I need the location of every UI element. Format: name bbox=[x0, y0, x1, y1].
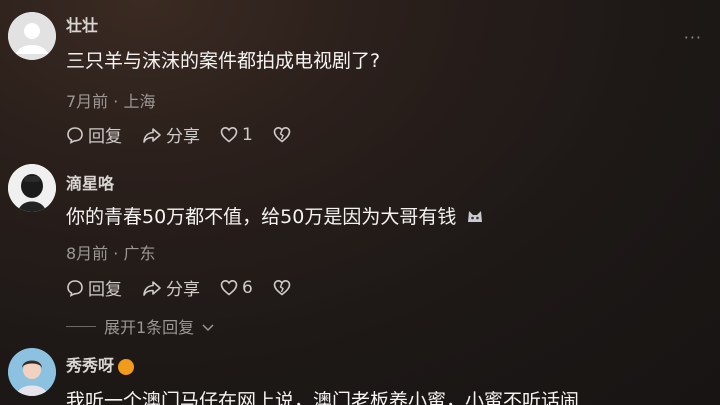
comment-actions: 回复 分享 6 bbox=[66, 275, 291, 300]
reply-label: 回复 bbox=[88, 280, 122, 300]
share-label: 分享 bbox=[166, 280, 200, 300]
like-button[interactable]: 1 bbox=[220, 125, 253, 145]
emoji-icon bbox=[466, 207, 484, 229]
heart-icon bbox=[220, 126, 238, 143]
expand-replies-button[interactable]: 展开1条回复 bbox=[66, 314, 214, 338]
username[interactable]: 壮壮 bbox=[66, 12, 98, 36]
comment-text: 你的青春50万都不值，给50万是因为大哥有钱 bbox=[66, 202, 484, 229]
comment-meta: 8月前 · 广东 bbox=[66, 244, 156, 263]
more-options-icon[interactable]: ··· bbox=[684, 28, 702, 47]
divider bbox=[66, 325, 96, 327]
like-count: 6 bbox=[242, 277, 253, 298]
like-button[interactable]: 6 bbox=[220, 278, 253, 298]
avatar[interactable] bbox=[8, 12, 56, 60]
dislike-button[interactable] bbox=[273, 279, 291, 296]
broken-heart-icon bbox=[273, 279, 291, 296]
reply-icon bbox=[66, 126, 84, 144]
comment-text: 我听一个澳门马仔在网上说，澳门老板养小蜜，小蜜不听话闹 bbox=[66, 390, 580, 405]
comment-meta: 7月前 · 上海 bbox=[66, 92, 156, 111]
reply-button[interactable]: 回复 bbox=[66, 275, 122, 300]
comment-actions: 回复 分享 1 bbox=[66, 122, 291, 147]
username[interactable]: 滴星咯 bbox=[66, 170, 114, 194]
badge-icon bbox=[118, 358, 135, 375]
share-icon bbox=[142, 126, 162, 144]
share-icon bbox=[142, 279, 162, 297]
username[interactable]: 秀秀呀 bbox=[66, 352, 135, 376]
broken-heart-icon bbox=[273, 126, 291, 143]
chevron-down-icon bbox=[202, 317, 214, 336]
share-button[interactable]: 分享 bbox=[142, 122, 200, 147]
reply-button[interactable]: 回复 bbox=[66, 122, 122, 147]
reply-icon bbox=[66, 279, 84, 297]
share-button[interactable]: 分享 bbox=[142, 275, 200, 300]
reply-label: 回复 bbox=[88, 127, 122, 147]
expand-replies-label: 展开1条回复 bbox=[104, 318, 195, 337]
avatar[interactable] bbox=[8, 164, 56, 212]
like-count: 1 bbox=[242, 124, 253, 145]
avatar[interactable] bbox=[8, 348, 56, 396]
dislike-button[interactable] bbox=[273, 126, 291, 143]
comment-text: 三只羊与沫沫的案件都拍成电视剧了? bbox=[66, 50, 381, 72]
heart-icon bbox=[220, 279, 238, 296]
share-label: 分享 bbox=[166, 127, 200, 147]
